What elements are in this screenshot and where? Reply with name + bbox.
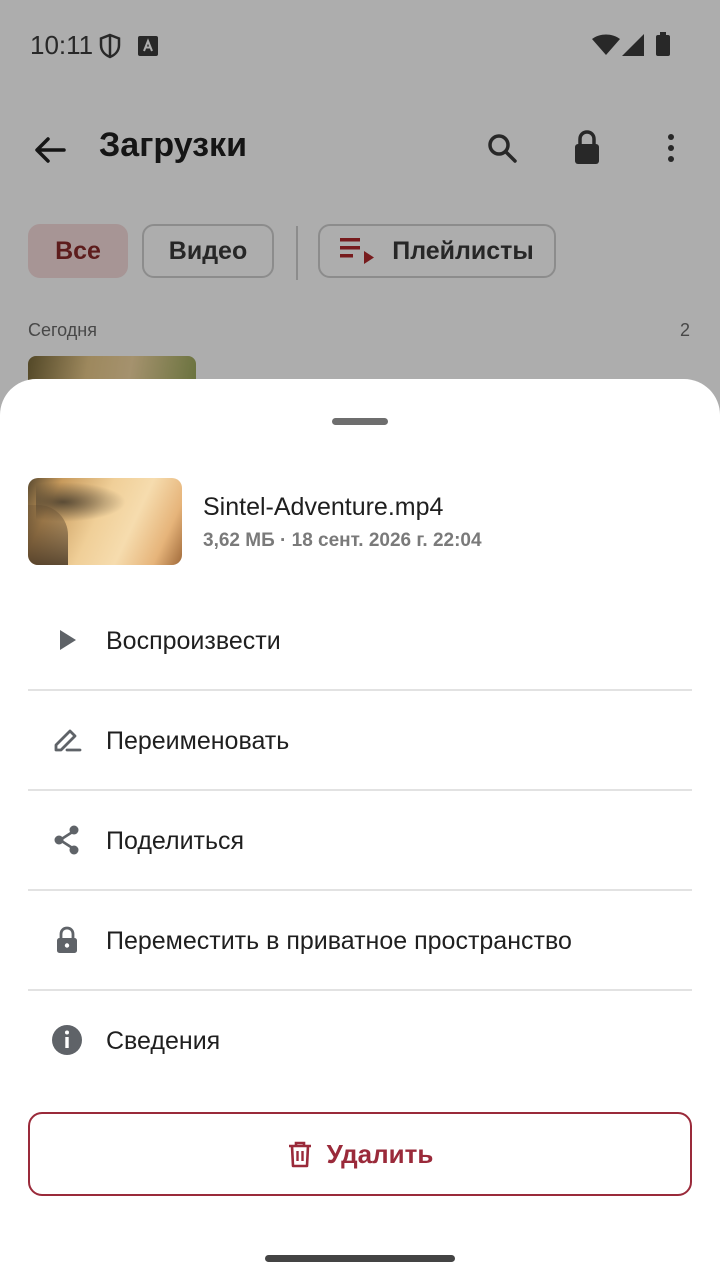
- menu-item-move-private[interactable]: Переместить в приватное пространство: [28, 891, 692, 991]
- info-icon: [52, 1025, 82, 1055]
- menu-item-rename[interactable]: Переименовать: [28, 691, 692, 791]
- lock-icon: [57, 926, 77, 953]
- delete-label: Удалить: [326, 1138, 434, 1169]
- bottom-sheet: Sintel-Adventure.mp4 3,62 МБ · 18 сент. …: [0, 379, 720, 1280]
- menu-item-share[interactable]: Поделиться: [28, 791, 692, 891]
- menu-item-label: Переименовать: [106, 727, 290, 755]
- drag-handle[interactable]: [332, 418, 388, 425]
- menu-item-label: Воспроизвести: [106, 627, 281, 655]
- menu-item-label: Поделиться: [106, 827, 245, 855]
- file-name: Sintel-Adventure.mp4: [203, 493, 444, 521]
- trash-icon: [288, 1141, 311, 1168]
- file-thumbnail: [28, 478, 182, 565]
- action-menu: Воспроизвести Переименовать Поделиться П…: [28, 591, 692, 1091]
- share-icon: [54, 825, 79, 855]
- delete-button[interactable]: Удалить: [28, 1112, 692, 1196]
- menu-item-label: Сведения: [106, 1027, 221, 1055]
- file-meta: 3,62 МБ · 18 сент. 2026 г. 22:04: [203, 530, 482, 551]
- gesture-nav-handle[interactable]: [265, 1255, 455, 1262]
- play-icon: [60, 630, 76, 650]
- menu-item-label: Переместить в приватное пространство: [106, 927, 572, 955]
- menu-item-play[interactable]: Воспроизвести: [28, 591, 692, 691]
- menu-item-details[interactable]: Сведения: [28, 991, 692, 1091]
- edit-icon: [54, 729, 82, 752]
